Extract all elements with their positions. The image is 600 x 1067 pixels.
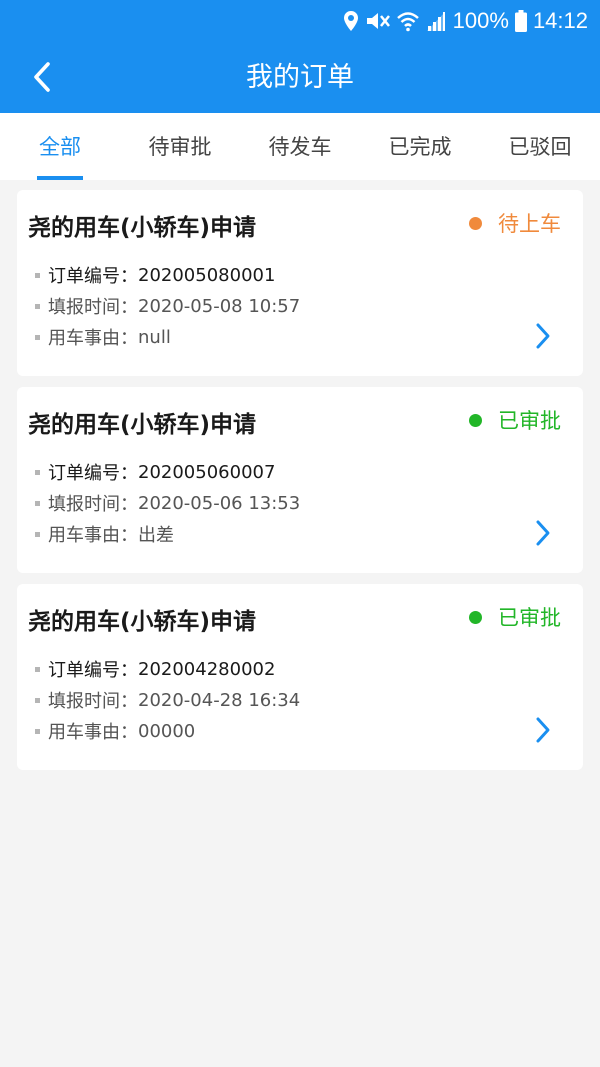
nav-bar: 我的订单 bbox=[0, 42, 600, 113]
order-number-label: 订单编号： bbox=[48, 463, 138, 484]
chevron-right-icon[interactable] bbox=[533, 519, 553, 547]
status-badge: 已审批 bbox=[469, 602, 561, 632]
order-title: 尧的用车(小轿车)申请 bbox=[28, 215, 257, 241]
status-badge: 待上车 bbox=[469, 208, 561, 238]
bullet bbox=[35, 272, 40, 278]
tab-label: 待发车 bbox=[268, 135, 332, 159]
reason: null bbox=[138, 326, 171, 348]
wifi-icon bbox=[396, 12, 419, 32]
tab-label: 待审批 bbox=[148, 135, 212, 159]
submit-time: 2020-04-28 16:34 bbox=[138, 689, 301, 711]
status-text: 已审批 bbox=[498, 409, 561, 433]
reason-label: 用车事由： bbox=[48, 722, 138, 743]
order-title: 尧的用车(小轿车)申请 bbox=[28, 609, 257, 635]
location-icon bbox=[343, 11, 358, 31]
status-icons: 100% 14:12 bbox=[343, 7, 588, 35]
order-card[interactable]: 尧的用车(小轿车)申请 已审批 订单编号： 202004280002 填报时间：… bbox=[17, 584, 583, 770]
reason-row: 用车事由： 出差 bbox=[35, 521, 174, 547]
signal-icon bbox=[426, 12, 445, 31]
order-number-label: 订单编号： bbox=[48, 266, 138, 287]
tab-label: 已完成 bbox=[388, 135, 452, 159]
submit-time-label: 填报时间： bbox=[48, 494, 138, 515]
chevron-right-icon[interactable] bbox=[533, 716, 553, 744]
tab-completed[interactable]: 已完成 bbox=[360, 113, 480, 180]
bullet bbox=[35, 303, 40, 309]
bullet bbox=[35, 500, 40, 506]
app-header: 100% 14:12 我的订单 bbox=[0, 0, 600, 113]
tab-label: 全部 bbox=[39, 135, 81, 159]
bullet bbox=[35, 334, 40, 340]
bullet bbox=[35, 697, 40, 703]
tab-pending-approval[interactable]: 待审批 bbox=[120, 113, 240, 180]
status-dot bbox=[469, 610, 482, 624]
clock: 14:12 bbox=[532, 8, 588, 33]
status-text: 已审批 bbox=[498, 606, 561, 630]
order-number-row: 订单编号： 202004280002 bbox=[35, 656, 275, 682]
order-card[interactable]: 尧的用车(小轿车)申请 待上车 订单编号： 202005080001 填报时间：… bbox=[17, 190, 583, 376]
back-button[interactable] bbox=[22, 56, 62, 98]
active-tab-indicator bbox=[37, 176, 83, 180]
submit-time-label: 填报时间： bbox=[48, 297, 138, 318]
status-bar: 100% 14:12 bbox=[0, 0, 600, 42]
submit-time-row: 填报时间： 2020-05-08 10:57 bbox=[35, 293, 300, 319]
status-text: 待上车 bbox=[498, 212, 561, 236]
reason: 出差 bbox=[138, 525, 174, 546]
order-number-label: 订单编号： bbox=[48, 660, 138, 681]
order-tabs: 全部 待审批 待发车 已完成 已驳回 bbox=[0, 113, 600, 180]
bullet bbox=[35, 531, 40, 537]
order-card[interactable]: 尧的用车(小轿车)申请 已审批 订单编号： 202005060007 填报时间：… bbox=[17, 387, 583, 573]
bullet bbox=[35, 469, 40, 475]
chevron-left-icon bbox=[34, 62, 50, 92]
order-number: 202005080001 bbox=[138, 264, 276, 286]
page-title: 我的订单 bbox=[246, 62, 354, 93]
order-number: 202004280002 bbox=[138, 658, 276, 680]
order-list: 尧的用车(小轿车)申请 待上车 订单编号： 202005080001 填报时间：… bbox=[17, 190, 583, 781]
tab-pending-departure[interactable]: 待发车 bbox=[240, 113, 360, 180]
chevron-right-icon[interactable] bbox=[533, 322, 553, 350]
submit-time: 2020-05-06 13:53 bbox=[138, 492, 301, 514]
tab-rejected[interactable]: 已驳回 bbox=[480, 113, 600, 180]
submit-time-row: 填报时间： 2020-05-06 13:53 bbox=[35, 490, 300, 516]
reason: 00000 bbox=[138, 720, 196, 742]
reason-label: 用车事由： bbox=[48, 328, 138, 349]
submit-time-row: 填报时间： 2020-04-28 16:34 bbox=[35, 687, 300, 713]
bullet bbox=[35, 728, 40, 734]
mute-icon bbox=[366, 13, 390, 29]
reason-label: 用车事由： bbox=[48, 525, 138, 546]
tab-label: 已驳回 bbox=[508, 135, 572, 159]
order-number: 202005060007 bbox=[138, 461, 276, 483]
bullet bbox=[35, 666, 40, 672]
status-badge: 已审批 bbox=[469, 405, 561, 435]
submit-time-label: 填报时间： bbox=[48, 691, 138, 712]
reason-row: 用车事由： null bbox=[35, 324, 171, 350]
battery-percent: 100% bbox=[452, 8, 509, 33]
status-dot bbox=[469, 413, 482, 427]
reason-row: 用车事由： 00000 bbox=[35, 718, 195, 744]
submit-time: 2020-05-08 10:57 bbox=[138, 295, 301, 317]
tab-all[interactable]: 全部 bbox=[0, 113, 120, 180]
order-title: 尧的用车(小轿车)申请 bbox=[28, 412, 257, 438]
status-dot bbox=[469, 216, 482, 230]
order-number-row: 订单编号： 202005060007 bbox=[35, 459, 275, 485]
battery-icon bbox=[514, 10, 527, 32]
order-number-row: 订单编号： 202005080001 bbox=[35, 262, 275, 288]
